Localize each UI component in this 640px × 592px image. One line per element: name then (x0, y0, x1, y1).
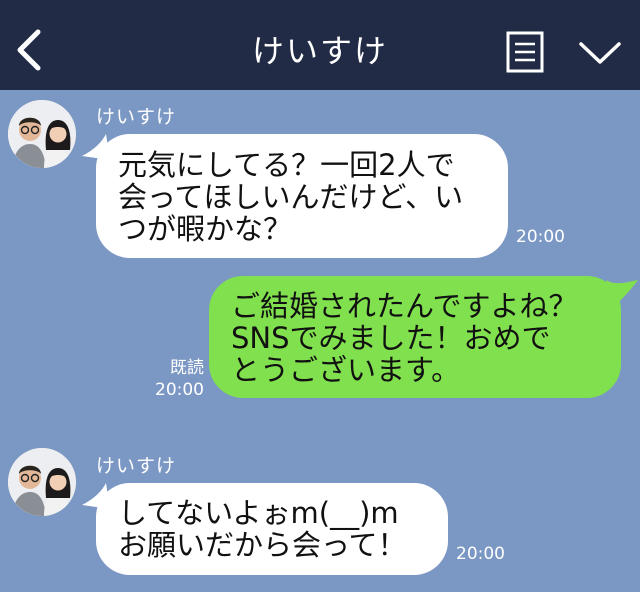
message-line: 会ってほしいんだけど、い (118, 180, 464, 214)
message-line: お願いだから会って！ (118, 528, 407, 562)
message-line: とうございます。 (231, 353, 461, 387)
message-line: つが暇かな？ (118, 212, 293, 246)
message-bubble[interactable]: してないよぉm(__)m お願いだから会って！ (96, 483, 448, 575)
message-line: ご結婚されたんですよね？ (231, 289, 578, 323)
avatar[interactable] (8, 100, 76, 168)
message-line: 元気にしてる？一回2人で (118, 148, 455, 182)
message-line: SNSでみました！おめで (231, 321, 551, 355)
message-bubble[interactable]: ご結婚されたんですよね？ SNSでみました！おめで とうございます。 (209, 276, 621, 398)
message-timestamp: 20:00 (456, 544, 505, 564)
chat-header: けいすけ (0, 0, 640, 90)
bubble-tail (606, 280, 638, 308)
avatar[interactable] (8, 448, 76, 516)
message-timestamp: 20:00 (516, 227, 565, 247)
message-line: してないよぉm(__)m (118, 496, 399, 530)
chevron-down-icon[interactable] (578, 38, 622, 68)
sender-name: けいすけ (96, 455, 177, 477)
sender-name: けいすけ (96, 106, 177, 128)
read-label: 既読 (170, 358, 204, 378)
couple-photo-icon (8, 100, 76, 168)
message-timestamp: 20:00 (155, 380, 204, 400)
couple-photo-icon (8, 448, 76, 516)
menu-icon[interactable] (506, 31, 544, 73)
read-receipt: 既読 20:00 (150, 357, 204, 401)
chat-title: けいすけ (251, 32, 388, 70)
message-bubble[interactable]: 元気にしてる？一回2人で 会ってほしいんだけど、い つが暇かな？ (96, 134, 508, 258)
